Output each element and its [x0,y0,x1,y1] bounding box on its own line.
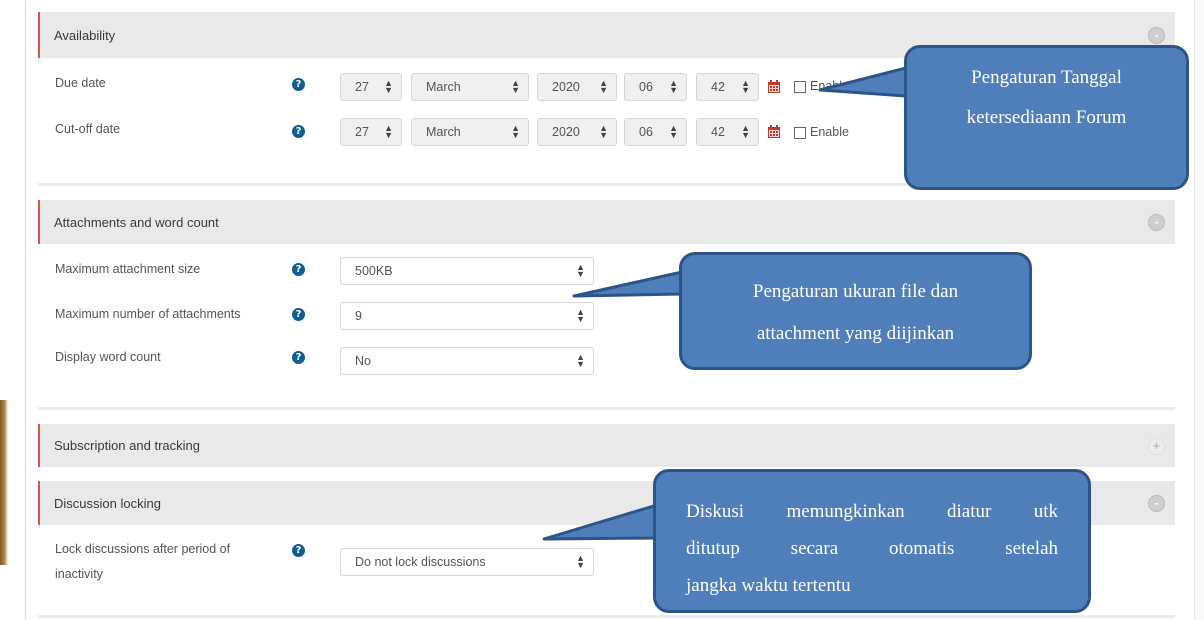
help-icon[interactable]: ? [292,263,305,276]
due-day-select[interactable]: 27 ▲ ▼ [340,73,402,101]
expand-icon[interactable]: + [1148,437,1165,455]
due-minute-select[interactable]: 42 ▲ ▼ [696,73,759,101]
lock-discussions-label-line1: Lock discussions after period of [55,542,231,556]
select-arrow-icon: ▲ ▼ [669,78,678,95]
due-hour-select[interactable]: 06 ▲ ▼ [624,73,687,101]
max-attachment-size-select[interactable]: 500KB ▲ ▼ [340,257,594,285]
max-attachments-select[interactable]: 9 ▲ ▼ [340,302,594,330]
help-icon[interactable]: ? [292,544,305,557]
section-divider [38,615,1175,618]
callout-attachments: Pengaturan ukuran file dan attachment ya… [679,252,1032,370]
section-header-attachments[interactable]: Attachments and word count - [38,200,1175,244]
select-arrow-icon: ▲ ▼ [576,553,585,570]
left-border [25,0,26,620]
section-title: Availability [54,27,116,43]
select-arrow-icon: ▲ ▼ [384,78,393,95]
due-enable-checkbox[interactable] [794,81,806,93]
callout-text-line: Diskusi memungkinkan diatur utk [686,501,1058,522]
left-edge-decoration [0,400,8,565]
cutoff-day-select[interactable]: 27 ▲ ▼ [340,118,402,146]
callout-text-line: ketersediaann Forum [966,107,1127,128]
callout-discussion-locking: Diskusi memungkinkan diatur utk ditutup … [653,469,1091,613]
select-arrow-icon: ▲ ▼ [511,78,520,95]
select-arrow-icon: ▲ ▼ [669,123,678,140]
collapse-icon[interactable]: - [1148,214,1165,231]
cutoff-month-select[interactable]: March ▲ ▼ [411,118,529,146]
section-title: Discussion locking [54,495,161,511]
select-arrow-icon: ▲ ▼ [599,123,608,140]
collapse-icon[interactable]: - [1148,27,1165,44]
help-icon[interactable]: ? [292,125,305,138]
due-month-select[interactable]: March ▲ ▼ [411,73,529,101]
cutoff-enable-checkbox[interactable] [794,127,806,139]
callout-text-line: jangka waktu tertentu [686,575,851,596]
due-year-select[interactable]: 2020 ▲ ▼ [537,73,617,101]
select-arrow-icon: ▲ ▼ [511,123,520,140]
cutoff-minute-select[interactable]: 42 ▲ ▼ [696,118,759,146]
max-attachment-size-label: Maximum attachment size [55,262,201,276]
select-arrow-icon: ▲ ▼ [741,123,750,140]
cutoff-date-label: Cut-off date [55,122,121,136]
collapse-icon[interactable]: - [1148,495,1165,512]
due-enable-label: Enable [810,79,849,93]
callout-text-line: Pengaturan Tanggal [971,67,1122,88]
select-arrow-icon: ▲ ▼ [599,78,608,95]
calendar-icon[interactable] [767,125,781,139]
section-divider [38,407,1175,410]
select-arrow-icon: ▲ ▼ [384,123,393,140]
cutoff-hour-select[interactable]: 06 ▲ ▼ [624,118,687,146]
display-word-count-select[interactable]: No ▲ ▼ [340,347,594,375]
select-arrow-icon: ▲ ▼ [576,262,585,279]
calendar-icon[interactable] [767,80,781,94]
callout-text-line: attachment yang diijinkan [756,323,955,344]
max-attachments-label: Maximum number of attachments [55,307,241,321]
callout-text-line: Pengaturan ukuran file dan [752,281,959,302]
lock-discussions-label-line2: inactivity [55,567,103,581]
help-icon[interactable]: ? [292,351,305,364]
section-title: Subscription and tracking [54,438,200,453]
cutoff-enable-label: Enable [810,125,849,139]
display-word-count-label: Display word count [55,350,161,364]
section-header-subscription[interactable]: Subscription and tracking + [38,424,1175,467]
lock-discussions-select[interactable]: Do not lock discussions ▲ ▼ [340,548,594,576]
left-edge [0,0,8,620]
help-icon[interactable]: ? [292,308,305,321]
select-arrow-icon: ▲ ▼ [741,78,750,95]
callout-availability: Pengaturan Tanggal ketersediaann Forum [904,45,1189,190]
callout-text-line: ditutup secara otomatis setelah [686,538,1058,559]
scrollbar-track[interactable] [1194,0,1204,620]
select-arrow-icon: ▲ ▼ [576,307,585,324]
due-date-label: Due date [55,76,106,90]
cutoff-year-select[interactable]: 2020 ▲ ▼ [537,118,617,146]
section-title: Attachments and word count [54,214,219,230]
help-icon[interactable]: ? [292,78,305,91]
select-arrow-icon: ▲ ▼ [576,352,585,369]
